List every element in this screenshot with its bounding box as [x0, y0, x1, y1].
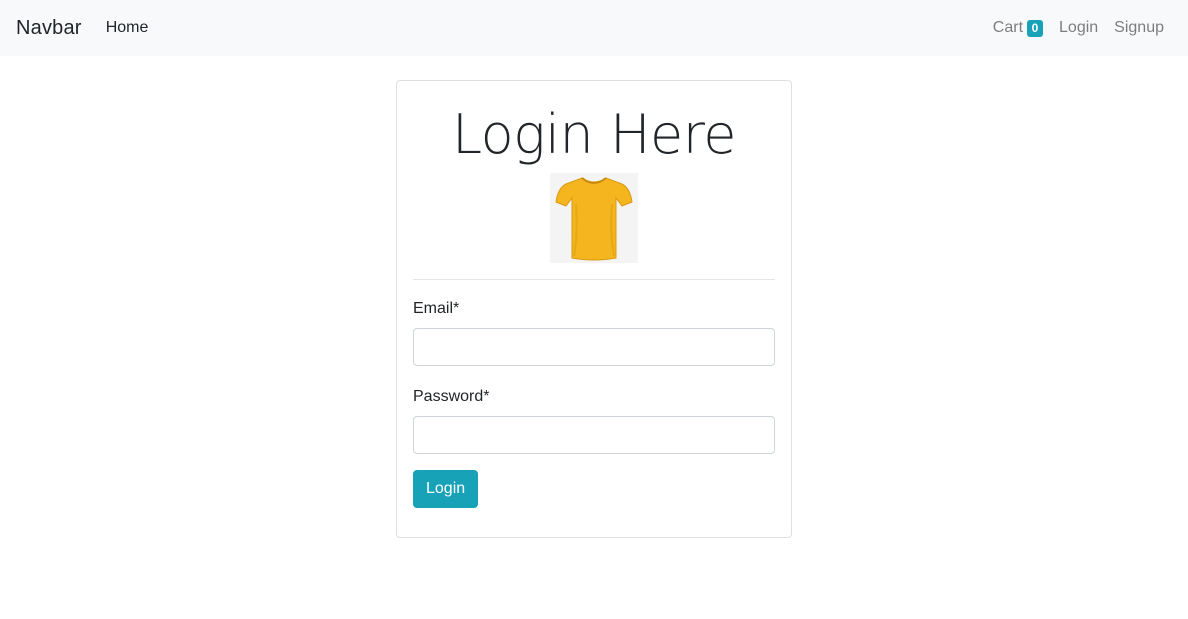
password-group: Password* [413, 388, 775, 454]
navbar-brand[interactable]: Navbar [16, 17, 82, 40]
nav-home-link[interactable]: Home [106, 19, 149, 37]
nav-signup-link[interactable]: Signup [1114, 19, 1164, 37]
tshirt-logo [550, 173, 638, 263]
email-label: Email* [413, 300, 460, 317]
login-card: Login Here Email* Password* Login [396, 80, 792, 538]
cart-count-badge: 0 [1027, 19, 1044, 37]
email-field[interactable] [413, 328, 775, 366]
password-field[interactable] [413, 416, 775, 454]
tshirt-icon [555, 177, 633, 261]
page-title: Login Here [451, 103, 737, 166]
email-group: Email* [413, 300, 775, 366]
nav-login-link[interactable]: Login [1059, 19, 1098, 37]
cart-label: Cart [992, 19, 1024, 36]
password-label: Password* [413, 388, 490, 405]
navbar: Navbar Home Cart 0 Login Signup [0, 0, 1188, 56]
nav-cart-link[interactable]: Cart 0 [992, 19, 1044, 37]
login-submit-button[interactable]: Login [413, 470, 479, 508]
card-divider [413, 279, 775, 280]
nav-right-group: Cart 0 Login Signup [993, 19, 1172, 37]
